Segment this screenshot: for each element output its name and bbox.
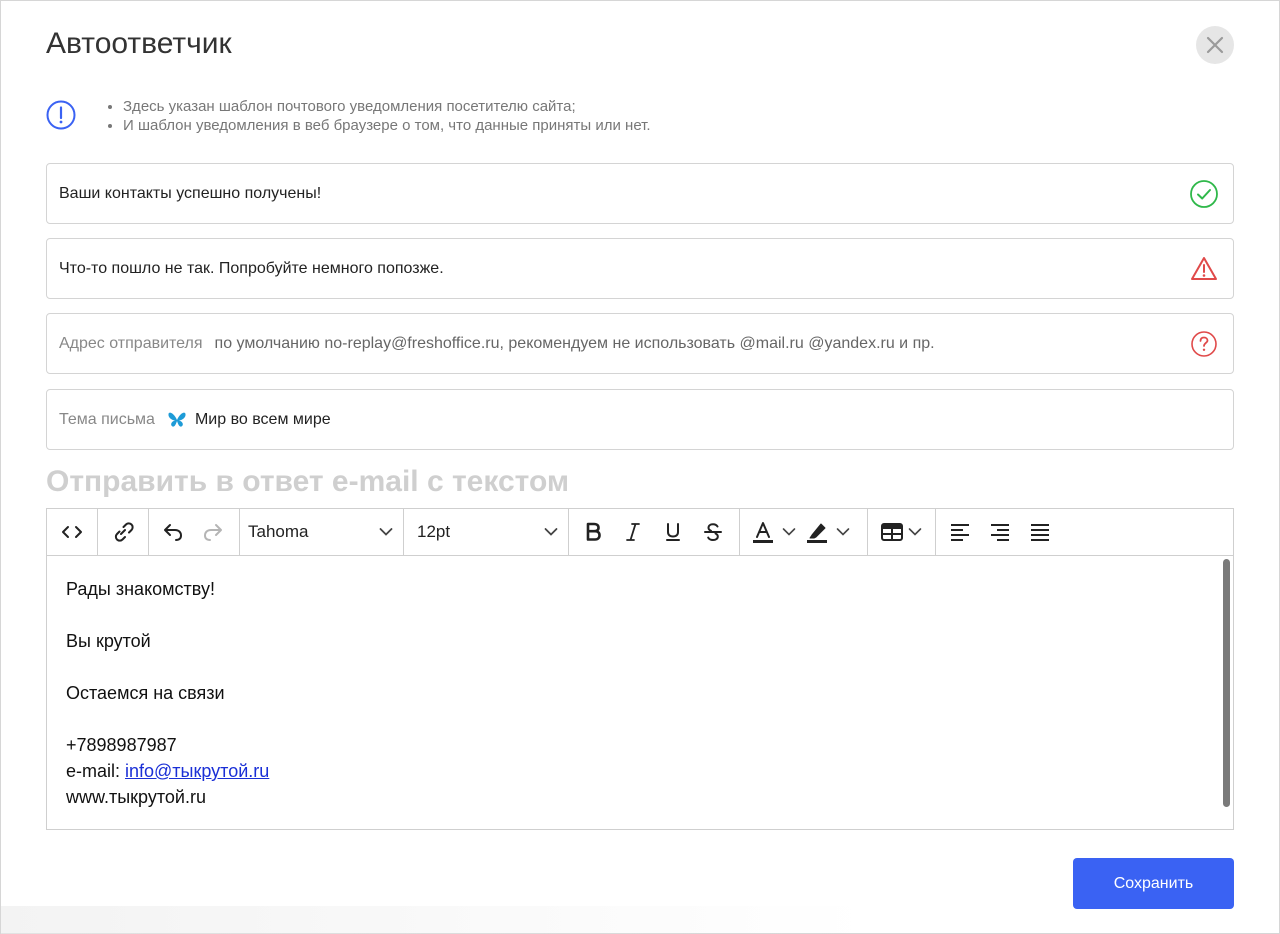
content-phone: +7898987987 [66, 735, 177, 755]
source-code-button[interactable] [52, 515, 92, 549]
redo-button[interactable] [193, 515, 233, 549]
align-right-icon [991, 524, 1009, 541]
success-message-field[interactable]: Ваши контакты успешно получены! [46, 163, 1234, 224]
check-circle-icon [1190, 180, 1218, 208]
table-icon [881, 523, 903, 541]
sender-address-label: Адрес отправителя [59, 334, 203, 352]
insert-link-button[interactable] [103, 515, 143, 549]
bold-icon [586, 522, 601, 541]
content-line: Остаемся на связи [66, 683, 225, 703]
underline-button[interactable] [653, 515, 693, 549]
text-color-icon [753, 522, 773, 543]
bold-button[interactable] [573, 515, 613, 549]
bottom-shadow [1, 906, 871, 934]
content-line: Вы крутой [66, 631, 151, 651]
dialog-title: Автоответчик [46, 27, 232, 60]
font-family-select[interactable]: Tahoma [240, 509, 403, 555]
subject-label: Тема письма [59, 410, 155, 428]
butterfly-icon [168, 412, 186, 427]
content-email-line: e-mail: info@тыкрутой.ru [66, 758, 1233, 784]
chevron-down-icon [782, 528, 796, 536]
info-item: Здесь указан шаблон почтового уведомлени… [123, 97, 651, 116]
email-link[interactable]: info@тыкрутой.ru [125, 761, 269, 781]
strikethrough-button[interactable] [693, 515, 733, 549]
sender-address-placeholder: по умолчанию no-replay@freshoffice.ru, р… [214, 334, 935, 352]
subject-field[interactable]: Тема письма Мир во всем мире [46, 389, 1234, 450]
rich-text-editor[interactable]: Tahoma 12pt Рады знакомству! Вы крутой О… [46, 508, 1234, 830]
chevron-down-icon [544, 528, 558, 536]
content-line: Рады знакомству! [66, 579, 215, 599]
underline-icon [666, 523, 680, 541]
editor-toolbar: Tahoma 12pt [47, 509, 1233, 556]
content-website: www.тыкрутой.ru [66, 787, 206, 807]
success-message-value: Ваши контакты успешно получены! [59, 184, 322, 202]
warning-triangle-icon [1191, 257, 1217, 280]
align-right-button[interactable] [980, 515, 1020, 549]
chevron-down-icon [379, 528, 393, 536]
email-prefix: e-mail: [66, 761, 126, 781]
close-button[interactable] [1196, 26, 1234, 64]
close-icon [1206, 36, 1224, 54]
undo-button[interactable] [153, 515, 193, 549]
text-color-button[interactable] [746, 515, 800, 549]
editor-scrollbar[interactable] [1223, 559, 1230, 807]
save-button[interactable]: Сохранить [1073, 858, 1234, 909]
font-size-select[interactable]: 12pt [404, 509, 568, 555]
sender-address-field[interactable]: Адрес отправителя по умолчанию no-replay… [46, 313, 1234, 374]
autoresponder-dialog: Автоответчик Здесь указан шаблон почтово… [0, 0, 1280, 934]
font-size-value: 12pt [417, 522, 451, 541]
chevron-down-icon [836, 528, 850, 536]
undo-icon [164, 524, 182, 541]
help-circle-icon[interactable] [1189, 329, 1219, 359]
redo-icon [204, 524, 222, 541]
italic-button[interactable] [613, 515, 653, 549]
align-left-icon [951, 524, 969, 541]
align-left-button[interactable] [940, 515, 980, 549]
highlighter-icon [807, 523, 827, 543]
italic-icon [626, 523, 640, 541]
strikethrough-icon [704, 523, 722, 542]
info-list: Здесь указан шаблон почтового уведомлени… [107, 97, 651, 135]
section-title: Отправить в ответ e-mail с текстом [46, 465, 570, 498]
info-item: И шаблон уведомления в веб браузере о то… [123, 116, 651, 135]
editor-content[interactable]: Рады знакомству! Вы крутой Остаемся на с… [47, 556, 1233, 829]
font-family-value: Tahoma [248, 522, 309, 541]
chevron-down-icon [908, 528, 922, 536]
error-message-field[interactable]: Что-то пошло не так. Попробуйте немного … [46, 238, 1234, 299]
highlight-color-button[interactable] [800, 515, 854, 549]
table-button[interactable] [876, 515, 926, 549]
justify-button[interactable] [1020, 515, 1060, 549]
align-justify-icon [1031, 524, 1049, 541]
link-icon [114, 522, 134, 542]
subject-value: Мир во всем мире [194, 410, 331, 428]
code-icon [62, 526, 82, 538]
error-message-value: Что-то пошло не так. Попробуйте немного … [59, 259, 444, 277]
info-exclamation-icon [46, 100, 76, 130]
